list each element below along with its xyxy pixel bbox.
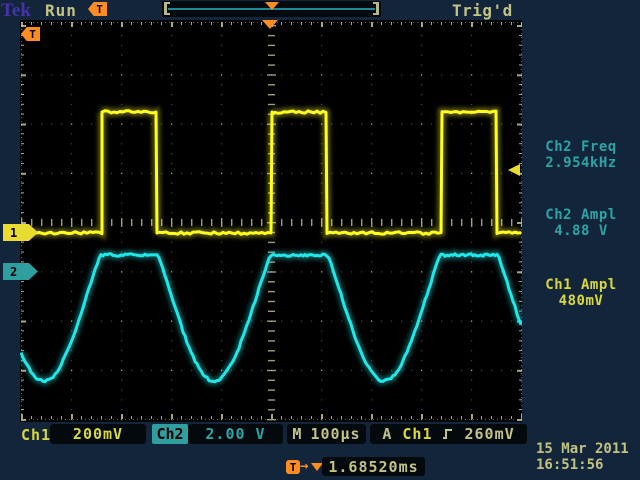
ch2-scale-readout[interactable]: 2.00 V bbox=[188, 424, 283, 444]
tek-logo: Tek bbox=[1, 0, 31, 22]
ch1-marker-label: 1 bbox=[3, 227, 17, 239]
trigger-level-arrow-icon[interactable] bbox=[508, 164, 520, 176]
trigger-mode-label: A bbox=[382, 425, 392, 443]
ch1-trace bbox=[21, 111, 521, 235]
delay-time-readout[interactable]: 1.68520ms bbox=[322, 457, 425, 476]
measurement-value: 480mV bbox=[522, 293, 640, 309]
date-text: 15 Mar 2011 bbox=[536, 441, 640, 457]
acquisition-status: Run bbox=[45, 1, 77, 20]
ch2-marker-label: 2 bbox=[3, 266, 17, 278]
measurement-ch2-ampl: Ch2 Ampl 4.88 V bbox=[522, 207, 640, 239]
measurement-label: Ch2 Ampl bbox=[522, 207, 640, 223]
measurement-ch1-ampl: Ch1 Ampl 480mV bbox=[522, 277, 640, 309]
measurement-value: 4.88 V bbox=[522, 223, 640, 239]
delay-arrow-icon: → bbox=[300, 458, 308, 474]
waveform-display bbox=[20, 20, 522, 422]
datetime-display: 15 Mar 2011 16:51:56 bbox=[536, 441, 640, 473]
rising-edge-slope-icon bbox=[442, 427, 454, 441]
measurement-label: Ch1 Ampl bbox=[522, 277, 640, 293]
measurement-label: Ch2 Freq bbox=[522, 139, 640, 155]
trigger-position-triangle-icon bbox=[265, 2, 279, 10]
trigger-position-marker-topbar: T bbox=[88, 2, 107, 16]
ch2-channel-label[interactable]: Ch2 bbox=[152, 424, 188, 444]
measurement-value: 2.954kHz bbox=[522, 155, 640, 171]
trigger-t-label: T bbox=[92, 4, 103, 15]
timebase-value: 100µs bbox=[310, 425, 360, 443]
ch1-channel-label[interactable]: Ch1 bbox=[21, 426, 51, 444]
delay-trigger-t-icon: T bbox=[286, 460, 300, 474]
time-text: 16:51:56 bbox=[536, 457, 640, 473]
record-bracket-left-icon bbox=[164, 2, 167, 15]
oscilloscope-screen: Tek Run T Trig'd T 1 2 Ch2 Freq 2.954kHz… bbox=[0, 0, 640, 480]
ch1-scale-readout[interactable]: 200mV bbox=[50, 424, 146, 444]
trigger-readout[interactable]: A Ch1 260mV bbox=[370, 424, 527, 444]
trigger-level-value: 260mV bbox=[464, 425, 514, 443]
acquisition-preview-bar[interactable] bbox=[162, 1, 381, 17]
measurement-ch2-freq: Ch2 Freq 2.954kHz bbox=[522, 139, 640, 171]
trigger-source-label: Ch1 bbox=[402, 425, 432, 443]
trigger-state-label: Trig'd bbox=[452, 1, 513, 20]
trigger-t-label: T bbox=[25, 29, 36, 40]
timebase-readout[interactable]: M 100µs bbox=[287, 424, 366, 444]
ch2-trace bbox=[21, 254, 521, 382]
record-bracket-right-icon bbox=[376, 2, 379, 15]
timebase-label: M bbox=[292, 425, 302, 443]
expansion-point-triangle-icon bbox=[262, 20, 278, 29]
